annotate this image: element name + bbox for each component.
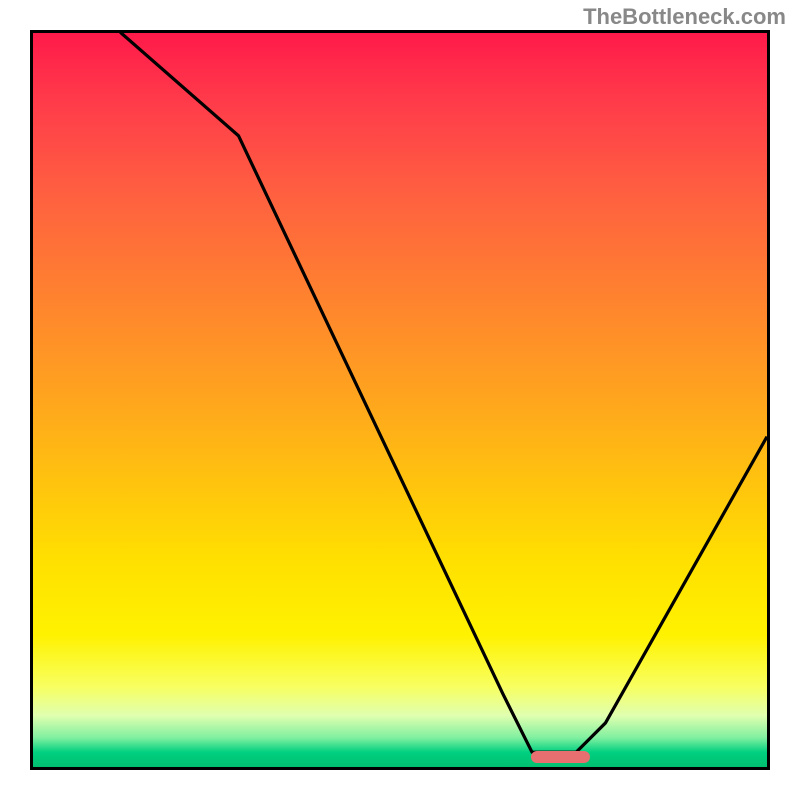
curve-svg <box>33 33 767 767</box>
bottleneck-chart: TheBottleneck.com <box>0 0 800 800</box>
plot-area <box>30 30 770 770</box>
optimum-marker <box>531 751 590 763</box>
watermark-label: TheBottleneck.com <box>583 4 786 30</box>
bottleneck-curve-path <box>33 33 767 752</box>
